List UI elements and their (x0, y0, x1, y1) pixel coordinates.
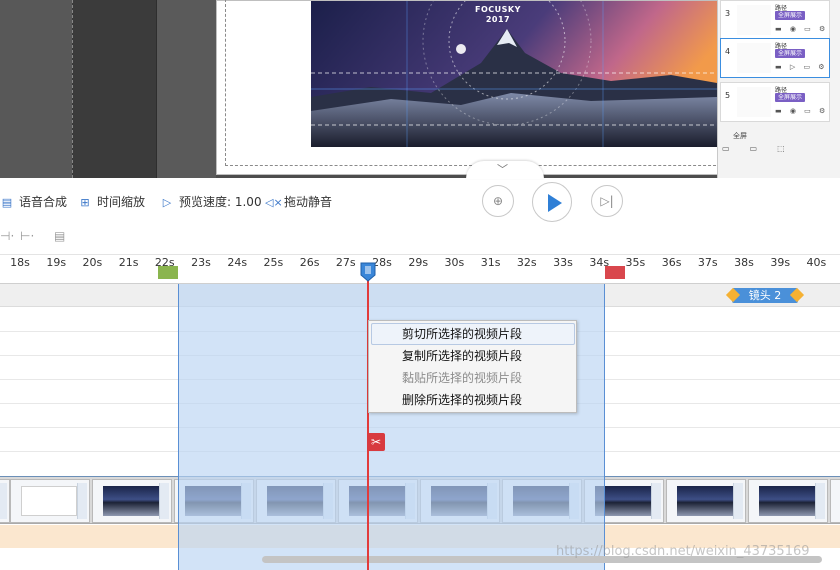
ruler-tick-label: 25s (263, 256, 284, 269)
ruler-tick-label: 20s (82, 256, 103, 269)
ruler-tick-label: 19s (46, 256, 67, 269)
scene-action-icons[interactable]: ▬ ◉ ▭ ⚙ (775, 107, 828, 115)
scene-action-icons[interactable]: ▬ ◉ ▭ ⚙ (775, 25, 828, 33)
scene-thumbnail (737, 5, 771, 35)
film-frame (748, 479, 828, 523)
split-left-tool[interactable]: ⊣· (0, 229, 14, 243)
shot-tag-label: 镜头 2 (748, 289, 782, 302)
watermark: https://blog.csdn.net/weixin_43735169 (556, 544, 810, 559)
ruler-tick-label: 26s (299, 256, 320, 269)
scene-item[interactable]: 3 路径 全屏展示 ▬ ◉ ▭ ⚙ (720, 0, 830, 40)
context-menu: 剪切所选择的视频片段 复制所选择的视频片段 黏贴所选择的视频片段 删除所选择的视… (368, 320, 577, 413)
chevron-down-icon: ﹀ (497, 163, 508, 176)
ruler-tick-label: 29s (408, 256, 429, 269)
time-scale-button[interactable]: ⊞ 时间缩放 (78, 193, 145, 211)
preview-speed-label: 预览速度: 1.00 (179, 195, 262, 209)
menu-item-delete-clip[interactable]: 删除所选择的视频片段 (371, 389, 575, 411)
ruler-tick-label: 38s (734, 256, 754, 269)
canvas-area: FOCUSKY 2017 3 路径 全屏展示 ▬ ◉ ▭ ⚙ 4 路径 全屏展示… (0, 0, 840, 178)
slide-brand-text: FOCUSKY 2017 (475, 5, 521, 25)
menu-item-copy-clip[interactable]: 复制所选择的视频片段 (371, 345, 575, 367)
scene-tag[interactable]: 全屏展示 (775, 93, 806, 102)
brand-line: FOCUSKY (475, 5, 521, 14)
time-scale-label: 时间缩放 (97, 195, 146, 209)
split-right-tool[interactable]: ⊢· (20, 229, 34, 243)
scene-thumbnail (737, 87, 771, 117)
zoom-fit-icon: ⊕ (492, 194, 504, 208)
timeline-toolbar (0, 178, 840, 254)
ruler-tick-label: 39s (770, 256, 791, 269)
film-frame (0, 479, 10, 523)
ruler-tick-label: 18s (10, 256, 30, 269)
scene-action-icons[interactable]: ▬ ▷ ▭ ⚙ (775, 63, 828, 71)
collapse-toggle[interactable]: ﹀ (466, 161, 544, 179)
scene-panel-label[interactable]: 全屏 (733, 131, 747, 141)
canvas-guide-column (156, 0, 216, 178)
slide-image[interactable]: FOCUSKY 2017 (311, 1, 717, 147)
zoom-fit-button[interactable]: ⊕ (482, 185, 514, 217)
scene-tag[interactable]: 全屏展示 (775, 11, 806, 20)
brand-line: 2017 (485, 15, 511, 24)
canvas-guide-column (72, 0, 156, 178)
preview-speed-icon: ▷ (162, 196, 172, 209)
ruler-tick-label: 36s (661, 256, 682, 269)
ruler-tick-label: 21s (118, 256, 139, 269)
speaker-mute-icon: ◁× (265, 196, 283, 209)
scene-panel-tools[interactable]: ▭▭⬚ (722, 144, 838, 158)
scene-item[interactable]: 5 路径 全屏展示 ▬ ◉ ▭ ⚙ (720, 82, 830, 122)
play-icon (548, 194, 562, 212)
ruler-tick-label: 35s (625, 256, 646, 269)
playhead-handle[interactable] (360, 262, 376, 282)
scene-tag[interactable]: 全屏展示 (775, 49, 806, 58)
ruler-tick-label: 40s (806, 256, 827, 269)
next-frame-icon: ▷| (600, 194, 614, 208)
preview-speed-button[interactable]: ▷ 预览速度: 1.00 (160, 193, 262, 211)
drag-mute-label: 拖动静音 (284, 195, 333, 209)
range-start-marker[interactable] (158, 266, 178, 279)
ruler-tick-label: 37s (697, 256, 718, 269)
tts-button[interactable]: ▤ 语音合成 (0, 193, 67, 211)
menu-item-paste-clip[interactable]: 黏贴所选择的视频片段 (371, 367, 575, 389)
drag-mute-button[interactable]: ◁×拖动静音 (265, 193, 332, 211)
app-root: FOCUSKY 2017 3 路径 全屏展示 ▬ ◉ ▭ ⚙ 4 路径 全屏展示… (0, 0, 840, 570)
film-frame (666, 479, 746, 523)
film-frame (92, 479, 172, 523)
scissors-icon[interactable]: ✂ (367, 433, 385, 451)
add-keyframe-tool[interactable]: ▤ (54, 229, 65, 243)
film-frame (10, 479, 90, 523)
tts-label: 语音合成 (19, 195, 68, 209)
ruler-tick-label: 31s (480, 256, 501, 269)
ruler-tick-label: 30s (444, 256, 465, 269)
tts-icon: ▤ (1, 196, 13, 209)
film-frame (830, 479, 840, 523)
play-button[interactable] (532, 182, 572, 222)
scene-number: 4 (725, 47, 731, 56)
ruler-tick-label: 23s (191, 256, 211, 269)
ruler-tick-label: 32s (516, 256, 537, 269)
time-scale-icon: ⊞ (80, 196, 90, 209)
next-frame-button[interactable]: ▷| (591, 185, 623, 217)
ruler-tick-label: 33s (553, 256, 573, 269)
canvas-background (0, 0, 72, 178)
scene-thumbnail (737, 43, 771, 73)
slide-frame[interactable]: FOCUSKY 2017 (216, 0, 721, 175)
menu-item-cut-clip[interactable]: 剪切所选择的视频片段 (371, 323, 575, 345)
range-end-marker[interactable] (605, 266, 625, 279)
ruler-tick-label: 27s (335, 256, 356, 269)
scene-number: 5 (725, 91, 731, 100)
shot-tag[interactable]: 镜头 2 (725, 287, 805, 303)
scene-number: 3 (725, 9, 731, 18)
ruler-tick-label: 24s (227, 256, 248, 269)
scene-item-active[interactable]: 4 路径 全屏展示 ▬ ▷ ▭ ⚙ (720, 38, 830, 78)
